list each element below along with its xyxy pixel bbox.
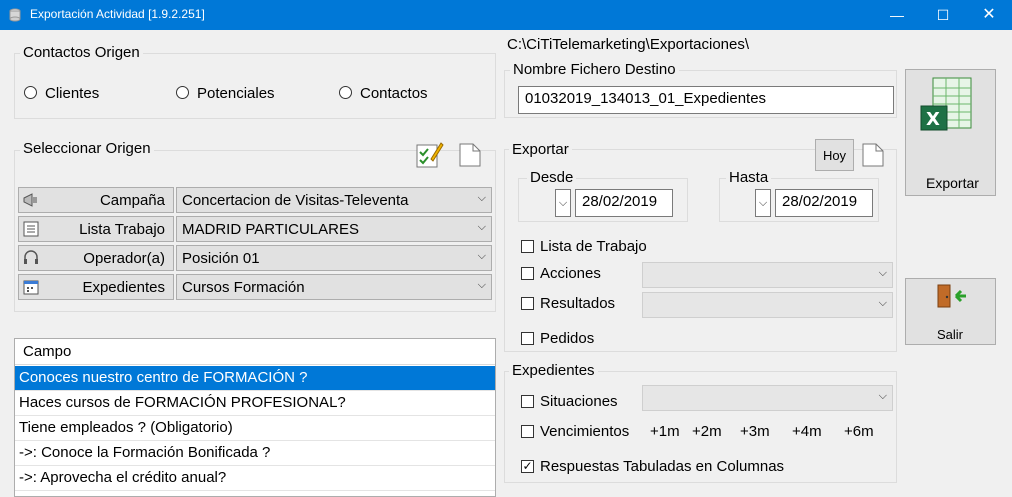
chevron-down-icon[interactable]: ⌵: [879, 267, 887, 280]
title-bar: Exportación Actividad [1.9.2.251] — ☐ ✕: [0, 0, 1012, 30]
acciones-check-label: Acciones: [540, 265, 601, 282]
lista-trabajo-value: MADRID PARTICULARES: [182, 221, 359, 238]
campo-column-header[interactable]: Campo: [15, 339, 495, 365]
lista-trabajo-select[interactable]: MADRID PARTICULARES ⌵: [176, 216, 492, 242]
acciones-select[interactable]: ⌵: [642, 262, 893, 288]
operador-button[interactable]: Operador(a): [18, 245, 174, 271]
nombre-fichero-legend: Nombre Fichero Destino: [510, 61, 679, 78]
database-icon: [9, 8, 21, 22]
list-icon: [23, 221, 39, 237]
chevron-down-icon[interactable]: ⌵: [559, 197, 567, 209]
offset-6m-link[interactable]: +6m: [844, 423, 874, 440]
contactos-origen-legend: Contactos Origen: [20, 44, 143, 61]
new-document-icon[interactable]: [459, 143, 481, 167]
chevron-down-icon[interactable]: ⌵: [879, 297, 887, 310]
operador-select[interactable]: Posición 01 ⌵: [176, 245, 492, 271]
close-button[interactable]: ✕: [966, 0, 1012, 30]
export-label: Exportar: [926, 175, 979, 191]
campana-value: Concertacion de Visitas-Televenta: [182, 192, 409, 209]
salir-label: Salir: [937, 327, 964, 342]
campana-label: Campaña: [99, 192, 165, 209]
hasta-date-input[interactable]: 28/02/2019: [775, 189, 873, 217]
desde-dropdown[interactable]: ⌵: [555, 189, 571, 217]
hasta-dropdown[interactable]: ⌵: [755, 189, 771, 217]
radio-potenciales-circle[interactable]: [176, 86, 189, 99]
table-row[interactable]: Haces cursos de FORMACIÓN PROFESIONAL?: [15, 391, 495, 416]
situaciones-check-label: Situaciones: [540, 393, 618, 410]
chevron-down-icon[interactable]: ⌵: [879, 390, 887, 403]
edit-checklist-icon[interactable]: [414, 139, 444, 169]
operador-label: Operador(a): [83, 250, 165, 267]
respuestas-check-label: Respuestas Tabuladas en Columnas: [540, 458, 785, 475]
radio-contactos-circle[interactable]: [339, 86, 352, 99]
calendar-icon: [23, 280, 39, 295]
exportar-legend: Exportar: [509, 141, 572, 158]
situaciones-checkbox[interactable]: [521, 395, 534, 408]
headset-icon: [24, 250, 38, 264]
maximize-button[interactable]: ☐: [920, 0, 966, 30]
lista-trabajo-check-label: Lista de Trabajo: [540, 238, 647, 255]
campo-grid[interactable]: Campo Conoces nuestro centro de FORMACIÓ…: [14, 338, 496, 497]
new-document-icon[interactable]: [862, 143, 884, 167]
table-row[interactable]: ->: Conoce la Formación Bonificada ?: [15, 441, 495, 466]
chevron-down-icon[interactable]: ⌵: [478, 192, 486, 205]
expedientes-label: Expedientes: [82, 279, 165, 296]
resultados-checkbox[interactable]: [521, 297, 534, 310]
hasta-legend: Hasta: [726, 169, 772, 186]
lista-trabajo-checkbox[interactable]: [521, 240, 534, 253]
vencimientos-check-label: Vencimientos: [540, 423, 630, 440]
exit-door-icon: [937, 284, 966, 308]
radio-clientes-circle[interactable]: [24, 86, 37, 99]
resultados-check-label: Resultados: [540, 295, 616, 312]
minimize-button[interactable]: —: [874, 0, 920, 30]
resultados-select[interactable]: ⌵: [642, 292, 893, 318]
megaphone-icon: [23, 193, 37, 207]
expedientes-select[interactable]: Cursos Formación ⌵: [176, 274, 492, 300]
hoy-button[interactable]: Hoy: [815, 139, 854, 171]
window-title: Exportación Actividad [1.9.2.251]: [30, 7, 205, 21]
filename-input[interactable]: 01032019_134013_01_Expedientes: [518, 86, 894, 114]
pedidos-checkbox[interactable]: [521, 332, 534, 345]
campana-button[interactable]: Campaña: [18, 187, 174, 213]
campana-select[interactable]: Concertacion de Visitas-Televenta ⌵: [176, 187, 492, 213]
desde-legend: Desde: [527, 169, 577, 186]
vencimientos-checkbox[interactable]: [521, 425, 534, 438]
chevron-down-icon[interactable]: ⌵: [478, 279, 486, 292]
chevron-down-icon[interactable]: ⌵: [478, 250, 486, 263]
table-row[interactable]: ->: Aprovecha el crédito anual?: [15, 466, 495, 491]
situaciones-select[interactable]: ⌵: [642, 385, 893, 411]
expedientes-legend: Expedientes: [509, 362, 598, 379]
lista-trabajo-button[interactable]: Lista Trabajo: [18, 216, 174, 242]
chevron-down-icon[interactable]: ⌵: [759, 197, 767, 209]
export-button[interactable]: X Exportar: [905, 69, 996, 196]
svg-text:X: X: [926, 109, 940, 130]
expedientes-button[interactable]: Expedientes: [18, 274, 174, 300]
offset-1m-link[interactable]: +1m: [650, 423, 680, 440]
offset-4m-link[interactable]: +4m: [792, 423, 822, 440]
acciones-checkbox[interactable]: [521, 267, 534, 280]
table-row[interactable]: Tiene empleados ? (Obligatorio): [15, 416, 495, 441]
chevron-down-icon[interactable]: ⌵: [478, 221, 486, 234]
respuestas-checkbox[interactable]: ✓: [521, 460, 534, 473]
offset-2m-link[interactable]: +2m: [692, 423, 722, 440]
export-path: C:\CiTiTelemarketing\Exportaciones\: [507, 36, 750, 53]
operador-value: Posición 01: [182, 250, 260, 267]
radio-contactos-label: Contactos: [360, 85, 428, 102]
radio-potenciales-label: Potenciales: [197, 85, 275, 102]
excel-icon: X: [920, 77, 972, 131]
offset-3m-link[interactable]: +3m: [740, 423, 770, 440]
desde-date-input[interactable]: 28/02/2019: [575, 189, 673, 217]
pedidos-check-label: Pedidos: [540, 330, 595, 347]
radio-clientes-label: Clientes: [45, 85, 100, 102]
seleccionar-origen-legend: Seleccionar Origen: [20, 140, 154, 157]
expedientes-value: Cursos Formación: [182, 279, 305, 296]
lista-trabajo-label: Lista Trabajo: [79, 221, 165, 238]
salir-button[interactable]: Salir: [905, 278, 996, 345]
table-row[interactable]: Conoces nuestro centro de FORMACIÓN ?: [15, 366, 495, 391]
